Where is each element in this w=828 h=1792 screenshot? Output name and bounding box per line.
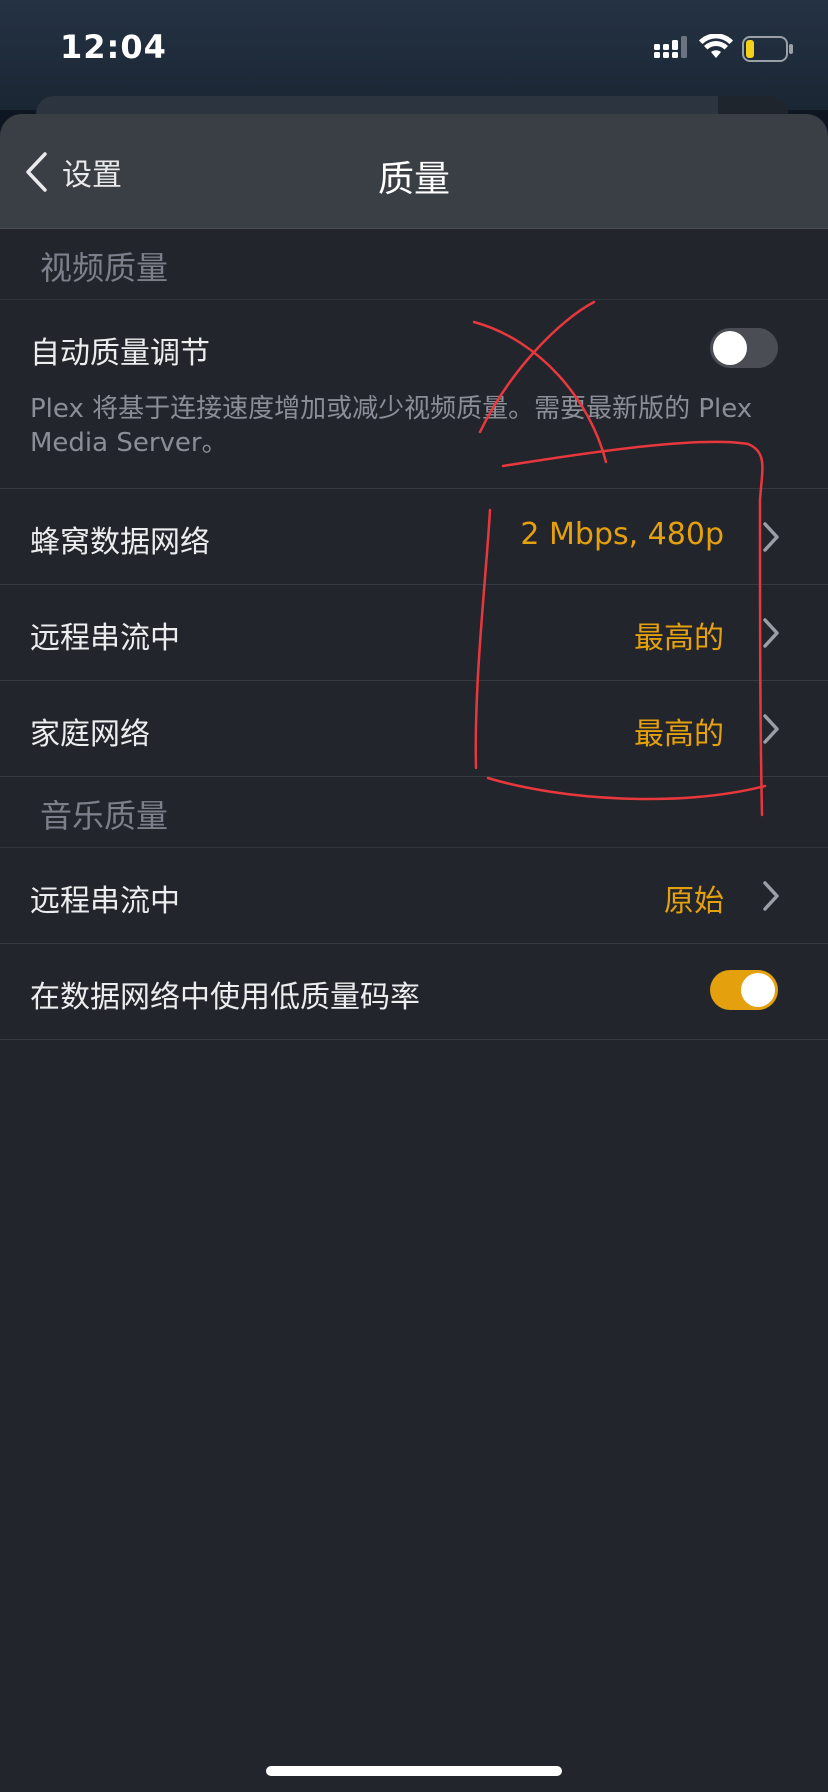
section-header-label: 音乐质量 [40, 797, 169, 835]
row-value: 原始 [664, 884, 724, 919]
chevron-right-icon [763, 618, 779, 648]
row-label: 蜂窝数据网络 [30, 525, 210, 560]
section-header-label: 视频质量 [40, 249, 169, 287]
chevron-right-icon [763, 714, 779, 744]
page-title: 质量 [377, 159, 450, 200]
row-label: 远程串流中 [30, 884, 180, 919]
home-network-row[interactable]: 家庭网络 最高的 [0, 681, 828, 777]
auto-quality-description: Plex 将基于连接速度增加或减少视频质量。需要最新版的 Plex Media … [30, 394, 753, 458]
row-value: 2 Mbps, 480p [520, 517, 724, 552]
toggle-knob [741, 973, 775, 1007]
status-time: 12:04 [60, 28, 167, 66]
low-bitrate-label: 在数据网络中使用低质量码率 [30, 980, 420, 1015]
cellular-signal-icon [654, 36, 687, 58]
cellular-network-row[interactable]: 蜂窝数据网络 2 Mbps, 480p [0, 489, 828, 585]
remote-streaming-music-row[interactable]: 远程串流中 原始 [0, 848, 828, 944]
auto-quality-toggle[interactable] [710, 328, 778, 368]
low-bitrate-row: 在数据网络中使用低质量码率 [0, 944, 828, 1040]
auto-quality-row: 自动质量调节 Plex 将基于连接速度增加或减少视频质量。需要最新版的 Plex… [0, 300, 828, 489]
chevron-right-icon [763, 881, 779, 911]
video-quality-header: 视频质量 [0, 229, 828, 300]
home-indicator[interactable] [266, 1766, 562, 1776]
toggle-knob [713, 331, 747, 365]
music-quality-header: 音乐质量 [0, 777, 828, 848]
row-label: 远程串流中 [30, 621, 180, 656]
auto-quality-label: 自动质量调节 [30, 336, 210, 371]
chevron-right-icon [763, 522, 779, 552]
low-bitrate-toggle[interactable] [710, 970, 778, 1010]
navigation-bar: 设置 质量 [0, 114, 828, 229]
row-value: 最高的 [634, 717, 724, 752]
wifi-icon [699, 34, 733, 58]
remote-streaming-video-row[interactable]: 远程串流中 最高的 [0, 585, 828, 681]
quality-settings-sheet: 设置 质量 视频质量 自动质量调节 Plex 将基于连接速度增加或减少视频质量。… [0, 114, 828, 1792]
row-value: 最高的 [634, 621, 724, 656]
row-label: 家庭网络 [30, 717, 150, 752]
battery-icon [742, 36, 793, 62]
status-bar: 12:04 [0, 0, 828, 110]
